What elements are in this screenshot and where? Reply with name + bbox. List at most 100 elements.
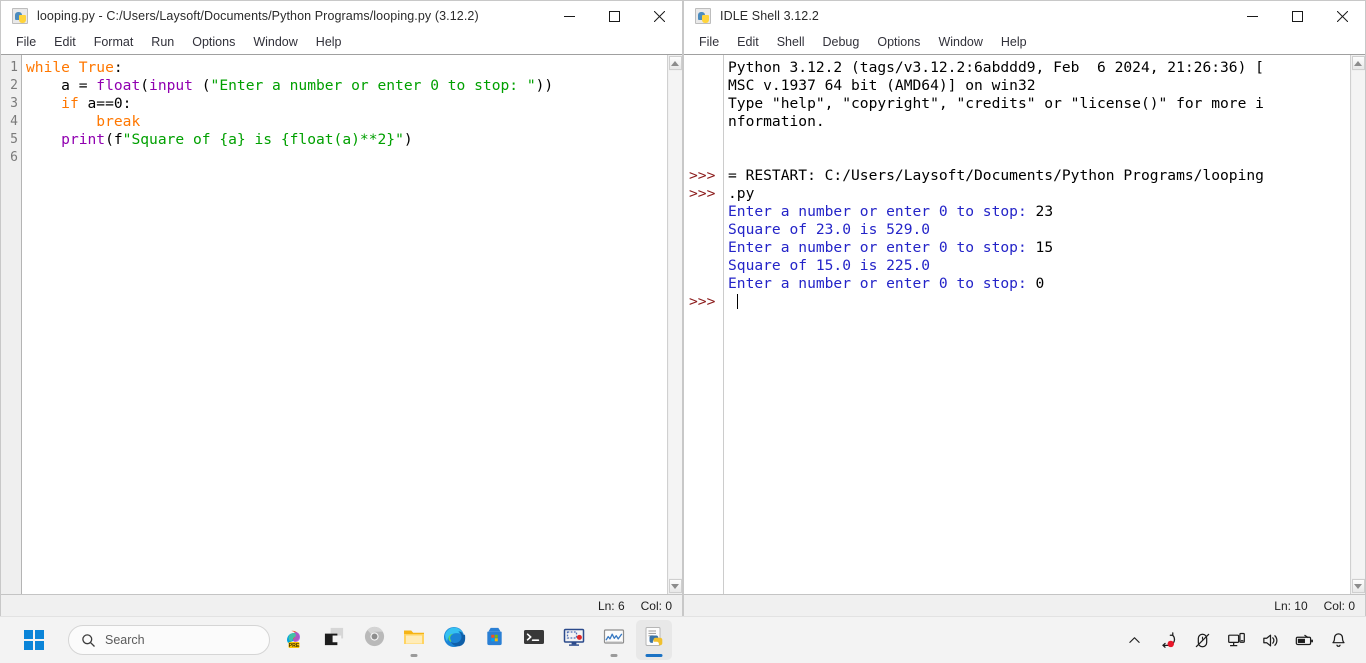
- text-cursor: [736, 294, 738, 309]
- desktop: looping.py - C:/Users/Laysoft/Documents/…: [0, 0, 1366, 663]
- shell-line: Enter a number or enter 0 to stop: 0: [728, 275, 1350, 293]
- code-token: a==0:: [78, 95, 132, 112]
- shell-menu-options[interactable]: Options: [868, 33, 929, 52]
- menu-file[interactable]: File: [7, 33, 45, 52]
- shell-menu-file[interactable]: File: [690, 33, 728, 52]
- shell-statusbar: Ln: 10 Col: 0: [684, 594, 1365, 616]
- menu-format[interactable]: Format: [85, 33, 143, 52]
- shell-prompt-blank: [689, 275, 723, 293]
- shell-titlebar[interactable]: IDLE Shell 3.12.2: [684, 1, 1365, 32]
- terminal-icon[interactable]: [516, 620, 552, 660]
- code-token: (: [192, 77, 211, 94]
- shell-col-indicator: Col: 0: [1323, 598, 1355, 613]
- volume-icon[interactable]: [1258, 625, 1282, 655]
- scroll-down-arrow-icon[interactable]: [668, 579, 682, 593]
- code-text-area[interactable]: while True: a = float(input ("Enter a nu…: [22, 55, 667, 594]
- shell-line: MSC v.1937 64 bit (AMD64)] on win32: [728, 77, 1350, 95]
- code-token: True: [78, 59, 114, 76]
- network-icon[interactable]: [1224, 625, 1248, 655]
- mouse-disabled-icon[interactable]: [1190, 625, 1214, 655]
- code-token: "Enter a number or enter 0 to stop: ": [210, 77, 536, 94]
- code-line: if a==0:: [26, 95, 667, 113]
- menu-options[interactable]: Options: [183, 33, 244, 52]
- editor-titlebar[interactable]: looping.py - C:/Users/Laysoft/Documents/…: [1, 1, 682, 32]
- shell-prompt-blank: [689, 77, 723, 95]
- shell-vertical-scrollbar[interactable]: [1350, 55, 1365, 594]
- menu-run[interactable]: Run: [142, 33, 183, 52]
- shell-text-run: 23: [1035, 203, 1054, 220]
- snipping-tool-icon[interactable]: [556, 620, 592, 660]
- onedrive-sync-icon[interactable]: [1156, 625, 1180, 655]
- shell-line: = RESTART: C:/Users/Laysoft/Documents/Py…: [728, 167, 1350, 185]
- editor-col-indicator: Col: 0: [640, 598, 672, 613]
- code-token: (f: [105, 131, 123, 148]
- editor-body: 123456 while True: a = float(input ("Ent…: [1, 54, 682, 594]
- task-manager-icon[interactable]: [596, 620, 632, 660]
- shell-text-run: [728, 131, 737, 148]
- microsoft-store-icon[interactable]: [476, 620, 512, 660]
- scroll-down-arrow-icon[interactable]: [1351, 579, 1365, 593]
- scroll-track[interactable]: [668, 71, 682, 578]
- menu-edit[interactable]: Edit: [45, 33, 85, 52]
- shell-minimize-button[interactable]: [1230, 1, 1275, 32]
- show-hidden-icons-chevron[interactable]: [1122, 625, 1146, 655]
- shell-prompt: >>>: [689, 185, 716, 202]
- menu-help[interactable]: Help: [307, 33, 351, 52]
- line-number: 2: [10, 78, 18, 93]
- shell-menubar[interactable]: File Edit Shell Debug Options Window Hel…: [684, 32, 1365, 54]
- shell-text-run: Square of 15.0 is 225.0: [728, 257, 931, 274]
- scroll-up-arrow-icon[interactable]: [668, 56, 682, 70]
- start-button[interactable]: [14, 620, 54, 660]
- shell-prompt-blank: [689, 203, 723, 221]
- scroll-track[interactable]: [1351, 71, 1365, 578]
- shell-text-run: Square of 23.0 is 529.0: [728, 221, 931, 238]
- search-input[interactable]: Search: [68, 625, 270, 655]
- code-line: a = float(input ("Enter a number or ente…: [26, 77, 667, 95]
- shell-prompt-blank: [689, 59, 723, 77]
- shell-line: .py: [728, 185, 1350, 203]
- line-number: 6: [10, 150, 18, 165]
- shell-menu-help[interactable]: Help: [992, 33, 1036, 52]
- code-token: print: [61, 131, 106, 148]
- windows-logo-icon: [24, 630, 44, 650]
- idle-shell-window[interactable]: IDLE Shell 3.12.2 File Edit Shell Debug …: [683, 0, 1366, 617]
- shell-text-run: 15: [1035, 239, 1054, 256]
- shell-line-indicator: Ln: 10: [1274, 598, 1308, 613]
- shell-menu-shell[interactable]: Shell: [768, 33, 814, 52]
- code-token: input: [149, 77, 193, 94]
- menu-window[interactable]: Window: [244, 33, 306, 52]
- shell-window-controls[interactable]: [1230, 1, 1365, 32]
- scroll-up-arrow-icon[interactable]: [1351, 56, 1365, 70]
- editor-vertical-scrollbar[interactable]: [667, 55, 682, 594]
- running-indicator: [610, 654, 618, 657]
- editor-window-controls[interactable]: [547, 1, 682, 32]
- line-number: 4: [10, 114, 18, 129]
- shell-menu-window[interactable]: Window: [929, 33, 991, 52]
- shell-menu-edit[interactable]: Edit: [728, 33, 768, 52]
- editor-minimize-button[interactable]: [547, 1, 592, 32]
- shell-output-area[interactable]: Python 3.12.2 (tags/v3.12.2:6abddd9, Feb…: [724, 55, 1350, 594]
- shell-close-button[interactable]: [1320, 1, 1365, 32]
- battery-icon[interactable]: [1292, 625, 1316, 655]
- idle-editor-window[interactable]: looping.py - C:/Users/Laysoft/Documents/…: [0, 0, 683, 617]
- microsoft-edge-icon[interactable]: [436, 620, 472, 660]
- shell-maximize-button[interactable]: [1275, 1, 1320, 32]
- shell-body: >>> >>> >>> Python 3.12.2 (tags/v3.12.2:6…: [684, 54, 1365, 594]
- shell-text-run: .py: [728, 185, 755, 202]
- python-file-icon: [695, 8, 711, 24]
- file-explorer-icon[interactable]: [396, 620, 432, 660]
- shell-prompt: >>>: [689, 167, 716, 184]
- editor-menubar[interactable]: File Edit Format Run Options Window Help: [1, 32, 682, 54]
- copilot-preview-icon[interactable]: PRE: [276, 620, 312, 660]
- task-view-icon[interactable]: [316, 620, 352, 660]
- notifications-bell-icon[interactable]: [1326, 625, 1350, 655]
- python-idle-icon[interactable]: [636, 620, 672, 660]
- editor-statusbar: Ln: 6 Col: 0: [1, 594, 682, 616]
- code-token: (: [140, 77, 150, 94]
- editor-maximize-button[interactable]: [592, 1, 637, 32]
- editor-close-button[interactable]: [637, 1, 682, 32]
- code-token: if: [61, 95, 79, 112]
- shell-menu-debug[interactable]: Debug: [814, 33, 869, 52]
- chrome-icon[interactable]: [356, 620, 392, 660]
